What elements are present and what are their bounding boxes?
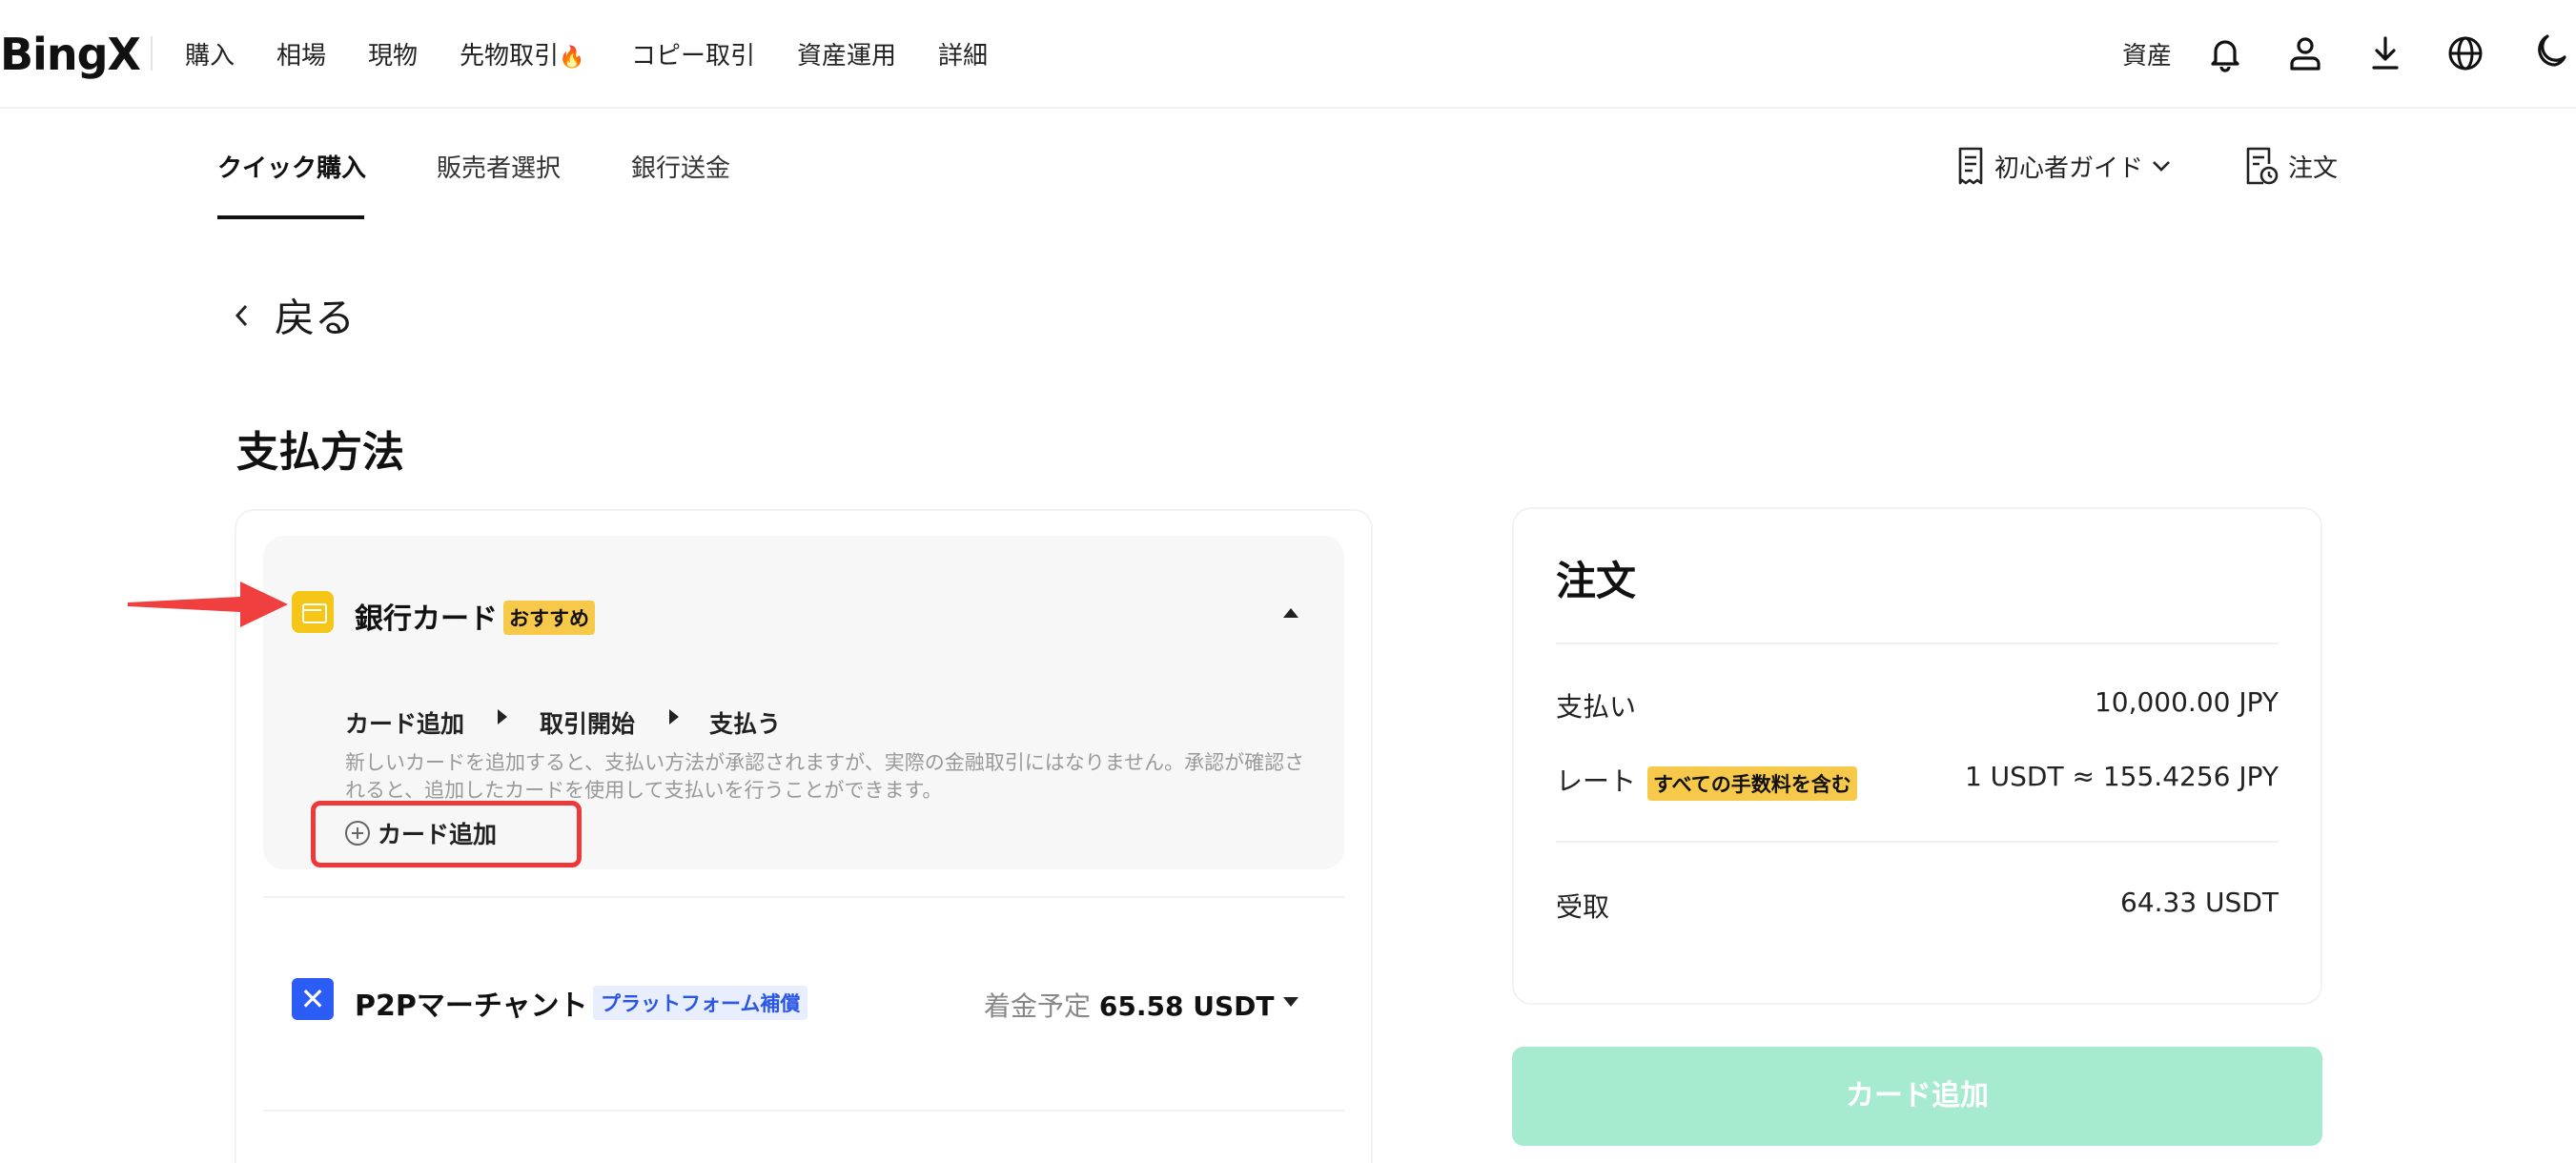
nav-item-earn[interactable]: 資産運用 xyxy=(797,36,896,71)
divider xyxy=(263,1110,1344,1112)
download-icon[interactable] xyxy=(2364,32,2406,74)
nav-item-copy-trading[interactable]: コピー取引 xyxy=(631,36,755,71)
step-arrow-icon xyxy=(669,709,679,724)
nav-item-spot[interactable]: 現物 xyxy=(368,36,418,71)
step-pay: 支払う xyxy=(709,710,782,738)
nav-item-markets[interactable]: 相場 xyxy=(276,36,326,71)
step-start-trade: 取引開始 xyxy=(540,710,636,738)
pay-value: 10,000.00 JPY xyxy=(2094,686,2279,718)
divider xyxy=(1556,841,2279,843)
moon-icon[interactable] xyxy=(2526,32,2568,74)
nav-divider xyxy=(151,36,153,71)
p2p-estimated-receive: 着金予定 65.58 USDT xyxy=(984,990,1275,1022)
bank-card-icon xyxy=(292,591,334,633)
tab-bank-transfer[interactable]: 銀行送金 xyxy=(631,149,730,184)
nav-item-buy[interactable]: 購入 xyxy=(185,36,235,71)
bell-icon[interactable] xyxy=(2204,32,2246,74)
add-card-cta-button[interactable]: カード追加 xyxy=(1512,1047,2322,1146)
user-icon[interactable] xyxy=(2284,32,2326,74)
page-title: 支払方法 xyxy=(236,428,404,477)
annotation-arrow-icon xyxy=(128,582,288,627)
step-add-card: カード追加 xyxy=(345,710,465,738)
nav-item-futures[interactable]: 先物取引🔥 xyxy=(460,36,584,71)
back-button[interactable]: 戻る xyxy=(233,286,355,344)
rate-label: レート xyxy=(1556,765,1637,797)
nav-item-more[interactable]: 詳細 xyxy=(938,36,988,71)
divider xyxy=(263,896,1344,898)
bank-card-description: 新しいカードを追加すると、支払い方法が承認されますが、実際の金融取引にはなりませ… xyxy=(345,751,1305,802)
receive-label: 受取 xyxy=(1556,891,1610,923)
divider xyxy=(1556,643,2279,644)
p2p-merchant-icon: ✕ xyxy=(292,978,334,1020)
step-arrow-icon xyxy=(498,709,507,724)
expand-caret-icon[interactable] xyxy=(1283,997,1298,1007)
recommended-badge: おすすめ xyxy=(503,601,595,635)
order-title: 注文 xyxy=(1556,558,1637,604)
platform-guarantee-badge: プラットフォーム補償 xyxy=(593,986,808,1020)
chevron-down-icon xyxy=(2153,161,2170,172)
active-tab-indicator xyxy=(217,215,364,219)
fees-included-badge: すべての手数料を含む xyxy=(1647,766,1857,801)
bank-card-title[interactable]: 銀行カード xyxy=(355,595,498,637)
tab-select-seller[interactable]: 販売者選択 xyxy=(437,149,561,184)
receipt-icon xyxy=(1958,147,1983,185)
top-nav: BingX 購入 相場 現物 先物取引🔥 コピー取引 資産運用 詳細 資産 xyxy=(0,0,2576,109)
orders-link[interactable]: 注文 xyxy=(2242,143,2338,189)
annotation-highlight-box xyxy=(311,801,582,867)
p2p-merchant-title[interactable]: P2Pマーチャント xyxy=(355,982,588,1024)
fire-icon: 🔥 xyxy=(559,46,585,70)
order-history-icon xyxy=(2246,147,2279,185)
receive-value: 64.33 USDT xyxy=(2120,887,2279,918)
beginner-guide-dropdown[interactable]: 初心者ガイド xyxy=(1954,143,2172,189)
bingx-logo[interactable]: BingX xyxy=(0,29,141,80)
chevron-left-icon xyxy=(235,304,248,326)
globe-icon[interactable] xyxy=(2444,32,2486,74)
tab-quick-buy[interactable]: クイック購入 xyxy=(217,149,366,184)
nav-assets[interactable]: 資産 xyxy=(2122,36,2172,71)
pay-label: 支払い xyxy=(1556,691,1637,723)
rate-value: 1 USDT ≈ 155.4256 JPY xyxy=(1964,761,2279,792)
collapse-caret-icon[interactable] xyxy=(1283,608,1298,618)
